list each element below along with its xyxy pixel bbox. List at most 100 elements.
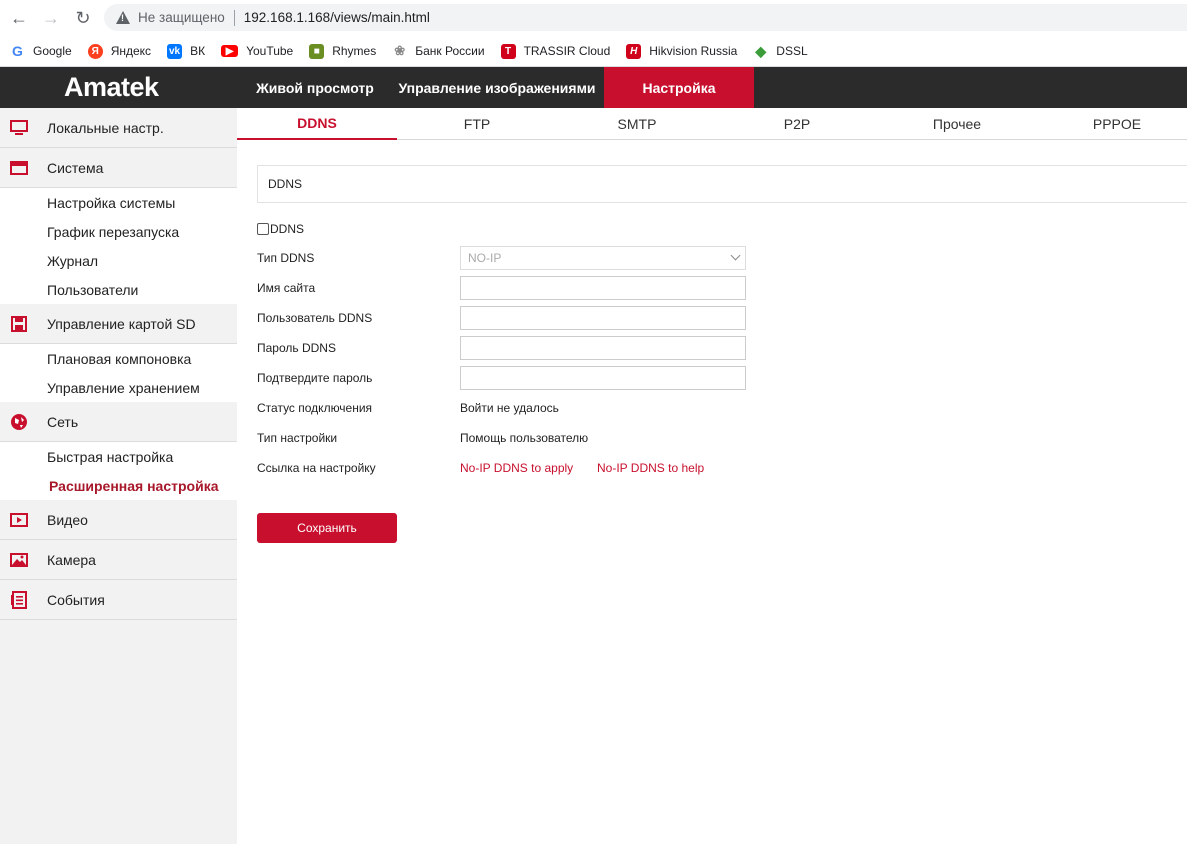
globe-icon (10, 413, 28, 430)
panel-title: DDNS (257, 165, 1187, 203)
bookmarks-bar: G Google Я Яндекс vk ВК ▶ YouTube ■ Rhym… (0, 36, 1187, 67)
tab-p2p[interactable]: P2P (717, 108, 877, 140)
sidebar-subitem-scheduled-layout[interactable]: Плановая компоновка (0, 344, 237, 373)
sidebar-subitem-reboot-schedule[interactable]: График перезапуска (0, 217, 237, 246)
reload-icon[interactable]: ↻ (67, 0, 99, 36)
sidebar-item-sd-card[interactable]: Управление картой SD (0, 304, 237, 344)
sidebar-subitem-storage-management[interactable]: Управление хранением (0, 373, 237, 402)
bookmark-trassir[interactable]: T TRASSIR Cloud (500, 43, 611, 59)
sidebar-subitem-label: Настройка системы (47, 194, 176, 211)
address-bar[interactable]: Не защищено 192.168.1.168/views/main.htm… (104, 4, 1187, 31)
sidebar-item-video[interactable]: Видео (0, 500, 237, 540)
bookmark-google[interactable]: G Google (10, 43, 72, 59)
cbr-icon: ❀ (392, 43, 408, 59)
insecure-label[interactable]: Не защищено (138, 10, 225, 25)
omnibox-divider (233, 9, 235, 26)
nav-settings[interactable]: Настройка (604, 67, 754, 108)
sidebar-subitem-label: Пользователи (47, 281, 139, 298)
sidebar-item-local[interactable]: Локальные настр. (0, 108, 237, 148)
noip-help-link[interactable]: No-IP DDNS to help (597, 461, 704, 475)
chevron-down-icon (730, 250, 741, 261)
site-name-input[interactable] (460, 276, 746, 300)
connection-status-label: Статус подключения (257, 401, 373, 415)
nav-live-view[interactable]: Живой просмотр (247, 67, 383, 108)
tab-ftp[interactable]: FTP (397, 108, 557, 140)
sidebar-item-label: Камера (47, 551, 96, 568)
sidebar-subitem-system-settings[interactable]: Настройка системы (0, 188, 237, 217)
sidebar-subitem-users[interactable]: Пользователи (0, 275, 237, 304)
forward-arrow-icon[interactable]: → (35, 0, 67, 36)
tab-bar: DDNS FTP SMTP P2P Прочее PPPOE (237, 108, 1187, 140)
bookmark-rhymes[interactable]: ■ Rhymes (309, 43, 377, 59)
amatek-logo: Amatek (64, 72, 159, 102)
ddns-user-input[interactable] (460, 306, 746, 330)
ddns-password-label: Пароль DDNS (257, 341, 336, 355)
hikvision-icon: H (626, 43, 642, 59)
sidebar-subitem-advanced-setup[interactable]: Расширенная настройка (0, 471, 237, 500)
bookmark-dssl[interactable]: ◆ DSSL (753, 43, 808, 59)
sidebar-item-label: Система (47, 159, 104, 176)
video-icon (10, 512, 28, 528)
save-button[interactable]: Сохранить (257, 513, 397, 543)
ddns-enable-checkbox[interactable]: DDNS (257, 222, 304, 236)
window-icon (10, 160, 28, 176)
youtube-icon: ▶ (221, 45, 239, 57)
tab-ddns[interactable]: DDNS (237, 108, 397, 140)
confirm-password-input[interactable] (460, 366, 746, 390)
bookmark-label: Rhymes (332, 44, 377, 58)
sidebar-item-label: События (47, 591, 105, 608)
sidebar-subitem-quick-setup[interactable]: Быстрая настройка (0, 442, 237, 471)
sidebar-subitem-label: Быстрая настройка (47, 448, 174, 465)
sidebar-item-label: Сеть (47, 413, 79, 430)
sidebar-item-events[interactable]: События (0, 580, 237, 620)
tab-smtp[interactable]: SMTP (557, 108, 717, 140)
list-icon (10, 590, 28, 609)
bookmark-yandex[interactable]: Я Яндекс (87, 43, 152, 59)
bookmark-label: ВК (190, 44, 206, 58)
bookmark-cbr[interactable]: ❀ Банк России (392, 43, 485, 59)
connection-status-value: Войти не удалось (460, 401, 559, 415)
vk-icon: vk (167, 43, 183, 59)
nav-image-management[interactable]: Управление изображениями (392, 67, 602, 108)
ddns-type-select[interactable]: NO-IP (460, 246, 746, 270)
browser-toolbar: ← → ↻ Не защищено 192.168.1.168/views/ma… (0, 0, 1187, 36)
bookmark-label: Банк России (415, 44, 485, 58)
setup-type-label: Тип настройки (257, 431, 338, 445)
back-arrow-icon[interactable]: ← (3, 0, 35, 36)
bookmark-youtube[interactable]: ▶ YouTube (221, 44, 293, 58)
tab-pppoe[interactable]: PPPOE (1037, 108, 1187, 140)
bookmark-vk[interactable]: vk ВК (167, 43, 206, 59)
bookmark-label: TRASSIR Cloud (523, 44, 611, 58)
sidebar-subitem-label: Журнал (47, 252, 99, 269)
sidebar-subitem-log[interactable]: Журнал (0, 246, 237, 275)
floppy-icon (10, 315, 28, 332)
sidebar-item-camera[interactable]: Камера (0, 540, 237, 580)
image-icon (10, 552, 28, 568)
yandex-icon: Я (87, 43, 103, 59)
confirm-password-label: Подтвердите пароль (257, 371, 373, 385)
bookmark-hikvision[interactable]: H Hikvision Russia (626, 43, 738, 59)
sidebar-subitem-label: График перезапуска (47, 223, 180, 240)
tab-other[interactable]: Прочее (877, 108, 1037, 140)
app-header: Amatek Живой просмотр Управление изображ… (0, 67, 1187, 108)
sidebar-item-label: Локальные настр. (47, 119, 164, 136)
checkbox-box[interactable] (257, 223, 269, 235)
sidebar-item-label: Управление картой SD (47, 315, 196, 332)
site-name-label: Имя сайта (257, 281, 316, 295)
trassir-icon: T (500, 43, 516, 59)
noip-apply-link[interactable]: No-IP DDNS to apply (460, 461, 573, 475)
bookmark-label: Google (33, 44, 72, 58)
url-text[interactable]: 192.168.1.168/views/main.html (244, 10, 430, 25)
sidebar-item-label: Видео (47, 511, 88, 528)
sidebar-item-network[interactable]: Сеть (0, 402, 237, 442)
bookmark-label: Hikvision Russia (649, 44, 738, 58)
warning-icon[interactable] (116, 10, 130, 25)
sidebar-subitem-label: Управление хранением (47, 379, 200, 396)
sidebar-subitem-label: Расширенная настройка (49, 477, 219, 494)
sidebar: Локальные настр. Система Настройка систе… (0, 108, 237, 844)
bookmark-label: Яндекс (110, 44, 152, 58)
sidebar-item-system[interactable]: Система (0, 148, 237, 188)
ddns-password-input[interactable] (460, 336, 746, 360)
setup-link-label: Ссылка на настройку (257, 461, 376, 475)
monitor-icon (10, 119, 28, 136)
